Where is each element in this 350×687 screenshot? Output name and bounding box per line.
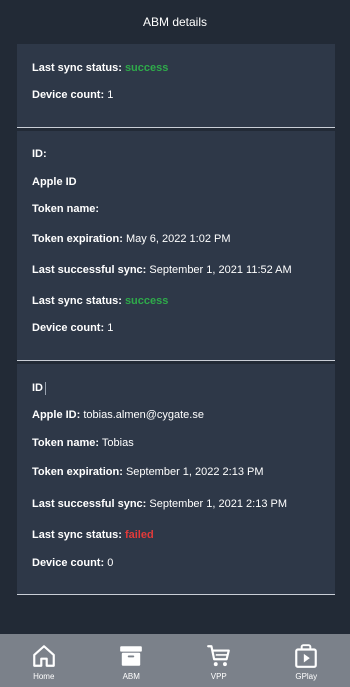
nav-label-home: Home xyxy=(33,672,55,681)
page-title: ABM details xyxy=(142,15,208,29)
token-expiration-value: September 1, 2022 2:13 PM xyxy=(125,466,264,478)
device-count-label: Device count: xyxy=(32,557,105,569)
card-divider xyxy=(17,127,335,128)
page-header: ABM details xyxy=(0,0,350,44)
apple-id-value: tobias.almen@cygate.se xyxy=(83,409,204,421)
abm-token-card: ID: Apple ID Token name: Token expiratio… xyxy=(17,131,335,360)
device-count-row: Device count: 1 xyxy=(32,321,113,335)
last-sync-row: Last successful sync: September 1, 2021 … xyxy=(32,497,287,511)
sync-status-label: Last sync status: xyxy=(32,62,122,74)
text-cursor xyxy=(45,381,46,395)
token-expiration-label: Token expiration: xyxy=(32,466,123,478)
apple-id-label: Apple ID: xyxy=(32,409,81,421)
sync-status-label: Last sync status: xyxy=(32,295,122,307)
id-label: ID: xyxy=(32,148,47,160)
device-count-label: Device count: xyxy=(32,89,105,101)
nav-label-abm: ABM xyxy=(122,672,140,681)
sync-status-row: Last sync status: success xyxy=(32,61,168,75)
nav-item-abm[interactable]: ABM xyxy=(91,634,171,687)
last-sync-row: Last successful sync: September 1, 2021 … xyxy=(32,263,292,277)
token-name-row: Token name: Tobias xyxy=(32,436,134,450)
sync-status-label: Last sync status: xyxy=(32,529,122,541)
nav-label-vpp: VPP xyxy=(210,672,227,681)
nav-label-gplay: GPlay xyxy=(295,672,318,681)
bottom-navigation: Home ABM VPP GPlay xyxy=(0,634,350,687)
token-expiration-row: Token expiration: September 1, 2022 2:13… xyxy=(32,465,264,479)
id-row: ID: xyxy=(32,147,47,161)
card-divider xyxy=(17,594,335,595)
apple-id-label: Apple ID xyxy=(32,176,77,188)
token-name-label: Token name: xyxy=(32,203,100,215)
shopping-cart-icon xyxy=(206,645,230,667)
last-sync-label: Last successful sync: xyxy=(32,498,147,510)
nav-item-home[interactable]: Home xyxy=(4,634,84,687)
sync-status-value: success xyxy=(124,62,169,74)
device-count-row: Device count: 1 xyxy=(32,88,113,102)
last-sync-value: September 1, 2021 2:13 PM xyxy=(149,498,287,510)
token-expiration-label: Token expiration: xyxy=(32,233,123,245)
archive-box-icon xyxy=(120,646,143,666)
apple-id-row: Apple ID: tobias.almen@cygate.se xyxy=(32,408,204,422)
sync-status-value: success xyxy=(124,295,169,307)
sync-status-row: Last sync status: failed xyxy=(32,528,154,542)
token-expiration-value: May 6, 2022 1:02 PM xyxy=(125,233,231,245)
device-count-value: 0 xyxy=(107,557,114,569)
token-expiration-row: Token expiration: May 6, 2022 1:02 PM xyxy=(32,232,231,246)
token-name-value: Tobias xyxy=(101,437,134,449)
token-name-row: Token name: xyxy=(32,202,99,216)
apple-id-row: Apple ID xyxy=(32,175,77,189)
sync-status-value: failed xyxy=(124,529,154,541)
home-icon xyxy=(32,645,55,667)
nav-item-gplay[interactable]: GPlay xyxy=(266,634,346,687)
last-sync-value: September 1, 2021 11:52 AM xyxy=(149,264,292,276)
device-count-value: 1 xyxy=(107,89,114,101)
device-count-label: Device count: xyxy=(32,322,105,334)
device-count-value: 1 xyxy=(107,322,114,334)
token-name-label: Token name: xyxy=(32,437,100,449)
id-label: ID xyxy=(32,382,43,394)
device-count-row: Device count: 0 xyxy=(32,556,113,570)
id-row: ID xyxy=(32,381,46,395)
sync-status-row: Last sync status: success xyxy=(32,294,168,308)
abm-token-card: ID Apple ID: tobias.almen@cygate.se Toke… xyxy=(17,364,335,594)
nav-item-vpp[interactable]: VPP xyxy=(179,634,259,687)
last-sync-label: Last successful sync: xyxy=(32,264,147,276)
play-store-icon xyxy=(295,644,318,668)
abm-token-card: Last sync status: success Device count: … xyxy=(17,44,335,127)
card-divider xyxy=(17,360,335,361)
